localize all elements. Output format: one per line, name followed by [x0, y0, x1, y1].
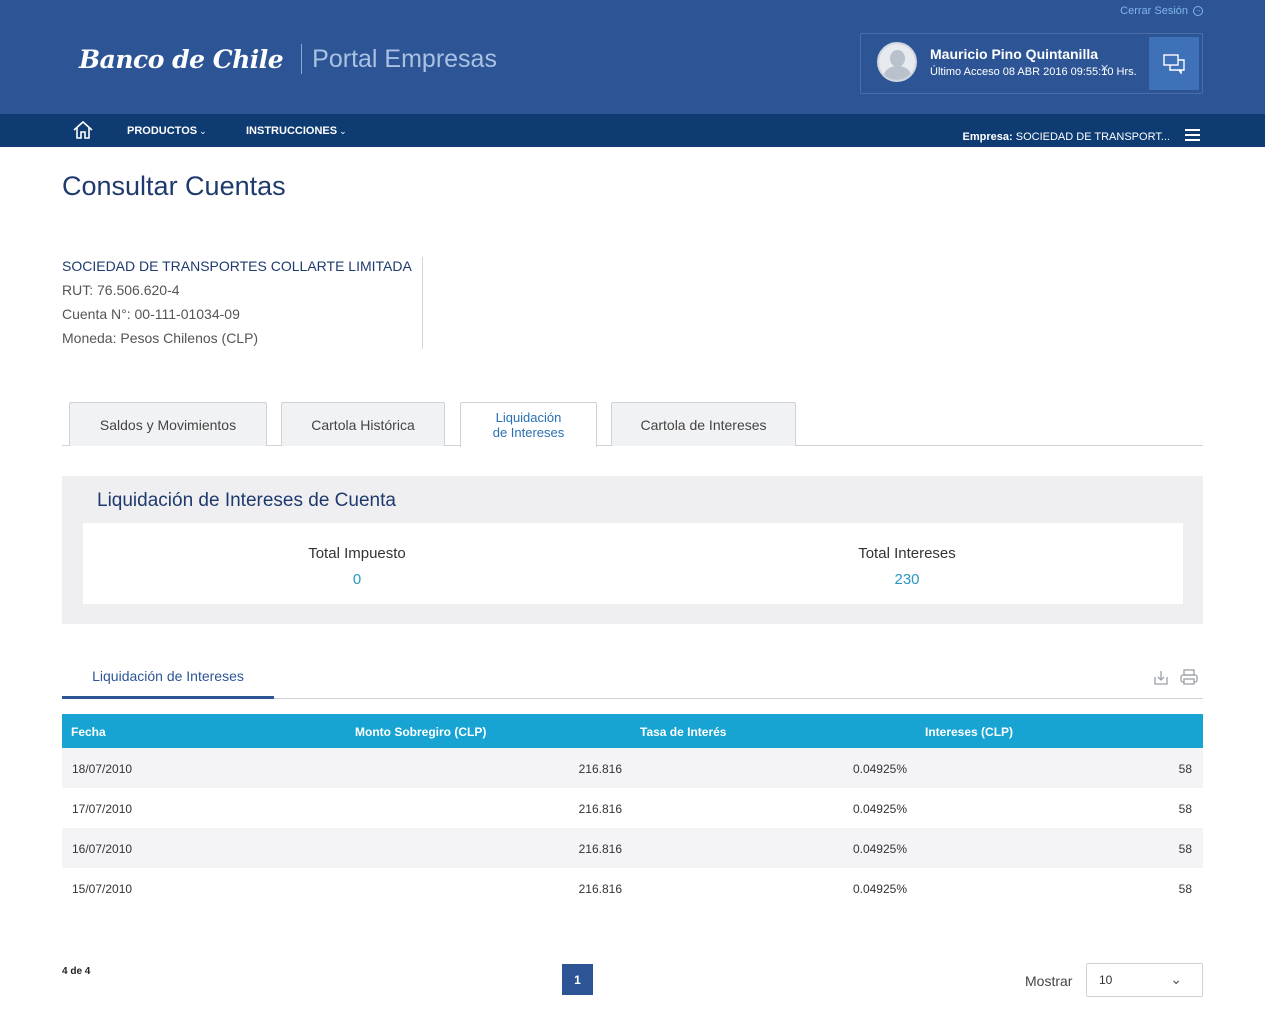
tab-saldos[interactable]: Saldos y Movimientos: [69, 402, 267, 446]
tab-cartola-historica[interactable]: Cartola Histórica: [281, 402, 445, 446]
nav-products[interactable]: PRODUCTOS ⌄: [127, 125, 207, 137]
cell-intereses: 58: [1178, 842, 1192, 856]
table-row: 18/07/2010 216.816 0.04925% 58: [62, 748, 1203, 788]
tab-cartola-intereses[interactable]: Cartola de Intereses: [611, 402, 796, 446]
column-fecha[interactable]: Fecha: [71, 725, 106, 739]
cell-tasa: 0.04925%: [852, 762, 907, 776]
cell-monto: 216.816: [578, 802, 622, 816]
table-header: Fecha Monto Sobregiro (CLP) Tasa de Inte…: [62, 714, 1203, 748]
menu-icon[interactable]: [1185, 129, 1200, 141]
nav-products-label[interactable]: PRODUCTOS: [127, 125, 197, 137]
close-icon[interactable]: ✕: [1100, 62, 1109, 75]
brand: Banco de Chile Portal Empresas: [79, 44, 497, 74]
table-row: 16/07/2010 216.816 0.04925% 58: [62, 828, 1203, 868]
page-title: Consultar Cuentas: [62, 171, 286, 201]
cell-tasa: 0.04925%: [852, 802, 907, 816]
cell-fecha: 18/07/2010: [72, 762, 133, 776]
tab-liquidacion[interactable]: Liquidación de Intereses: [460, 402, 597, 447]
logout-label[interactable]: Cerrar Sesión: [1120, 5, 1188, 17]
nav-instructions[interactable]: INSTRUCCIONES ⌄: [246, 125, 347, 137]
cell-intereses: 58: [1178, 882, 1192, 896]
total-tax-value: 0: [352, 571, 362, 588]
nav-instructions-label[interactable]: INSTRUCCIONES: [246, 125, 337, 137]
cell-monto: 216.816: [578, 762, 622, 776]
brand-divider: [301, 44, 303, 74]
account-tabs: Saldos y Movimientos Cartola Histórica L…: [62, 402, 1203, 447]
table-row: 15/07/2010 216.816 0.04925% 58: [62, 868, 1203, 908]
logout-link[interactable]: Cerrar Sesión →: [1120, 5, 1203, 17]
print-icon[interactable]: [1180, 668, 1198, 686]
download-icon[interactable]: [1152, 668, 1170, 686]
tab-saldos-label[interactable]: Saldos y Movimientos: [100, 417, 236, 433]
bank-logo: Banco de Chile: [79, 44, 284, 74]
table-row: 17/07/2010 216.816 0.04925% 58: [62, 788, 1203, 828]
show-label: Mostrar: [1025, 973, 1073, 989]
chevron-down-icon: ⌄: [1170, 971, 1182, 987]
cell-fecha: 16/07/2010: [72, 842, 133, 856]
cell-monto: 216.816: [578, 842, 622, 856]
user-name: Mauricio Pino Quintanilla: [930, 46, 1099, 62]
tab-liquidacion-line1[interactable]: Liquidación: [496, 410, 562, 425]
detail-tabs: Liquidación de Intereses: [62, 660, 1203, 699]
total-interest: Total Intereses 230: [757, 545, 1057, 588]
cell-intereses: 58: [1178, 802, 1192, 816]
interest-table: Fecha Monto Sobregiro (CLP) Tasa de Inte…: [62, 714, 1203, 908]
logout-icon[interactable]: →: [1193, 6, 1203, 16]
cell-intereses: 58: [1178, 762, 1192, 776]
page-size-value[interactable]: 10: [1099, 973, 1112, 987]
column-monto[interactable]: Monto Sobregiro (CLP): [355, 725, 486, 739]
portal-name: Portal Empresas: [312, 44, 497, 73]
tab-cartola-historica-label[interactable]: Cartola Histórica: [311, 417, 414, 433]
cell-tasa: 0.04925%: [852, 882, 907, 896]
account-info: SOCIEDAD DE TRANSPORTES COLLARTE LIMITAD…: [62, 258, 412, 354]
chat-button[interactable]: [1149, 37, 1199, 90]
total-tax: Total Impuesto 0: [207, 545, 507, 588]
avatar: [877, 42, 917, 82]
divider: [422, 257, 423, 349]
chevron-down-icon: ⌄: [339, 126, 347, 136]
company-name[interactable]: SOCIEDAD DE TRANSPORT...: [1016, 131, 1170, 143]
summary-title: Liquidación de Intereses de Cuenta: [97, 490, 396, 511]
interest-summary: Liquidación de Intereses de Cuenta Total…: [62, 476, 1203, 624]
total-interest-value: 230: [894, 571, 920, 588]
tab-liquidacion-label[interactable]: Liquidación de Intereses: [493, 410, 565, 440]
tab-cartola-intereses-label[interactable]: Cartola de Intereses: [640, 417, 766, 433]
main-nav: PRODUCTOS ⌄ INSTRUCCIONES ⌄ Empresa: SOCIE…: [0, 114, 1265, 147]
total-tax-label: Total Impuesto: [308, 545, 406, 562]
tab-liquidacion-detalle[interactable]: Liquidación de Intereses: [62, 660, 274, 699]
chat-icon: [1163, 53, 1185, 74]
company-selector[interactable]: Empresa: SOCIEDAD DE TRANSPORT...: [963, 131, 1170, 143]
page-button[interactable]: 1: [562, 964, 593, 995]
top-header: Cerrar Sesión → Banco de Chile Portal Em…: [0, 0, 1265, 114]
tab-liquidacion-line2[interactable]: de Intereses: [493, 425, 565, 440]
cell-monto: 216.816: [578, 882, 622, 896]
account-currency: Moneda: Pesos Chilenos (CLP): [62, 330, 259, 346]
summary-card: Total Impuesto 0 Total Intereses 230: [83, 523, 1183, 604]
chevron-down-icon: ⌄: [199, 126, 207, 136]
account-number: Cuenta N°: 00-111-01034-09: [62, 306, 240, 322]
company-prefix: Empresa:: [962, 131, 1013, 143]
column-intereses[interactable]: Intereses (CLP): [925, 725, 1013, 739]
total-interest-label: Total Intereses: [858, 545, 956, 562]
account-rut: RUT: 76.506.620-4: [62, 282, 180, 298]
cell-fecha: 15/07/2010: [72, 882, 133, 896]
record-count: 4 de 4: [62, 966, 91, 977]
page-size-select[interactable]: 10 ⌄: [1086, 963, 1203, 997]
home-icon[interactable]: [72, 120, 94, 140]
cell-fecha: 17/07/2010: [72, 802, 133, 816]
column-tasa[interactable]: Tasa de Interés: [640, 725, 726, 739]
user-panel: Mauricio Pino Quintanilla Último Acceso …: [860, 33, 1203, 94]
cell-tasa: 0.04925%: [852, 842, 907, 856]
account-holder: SOCIEDAD DE TRANSPORTES COLLARTE LIMITAD…: [62, 258, 412, 274]
